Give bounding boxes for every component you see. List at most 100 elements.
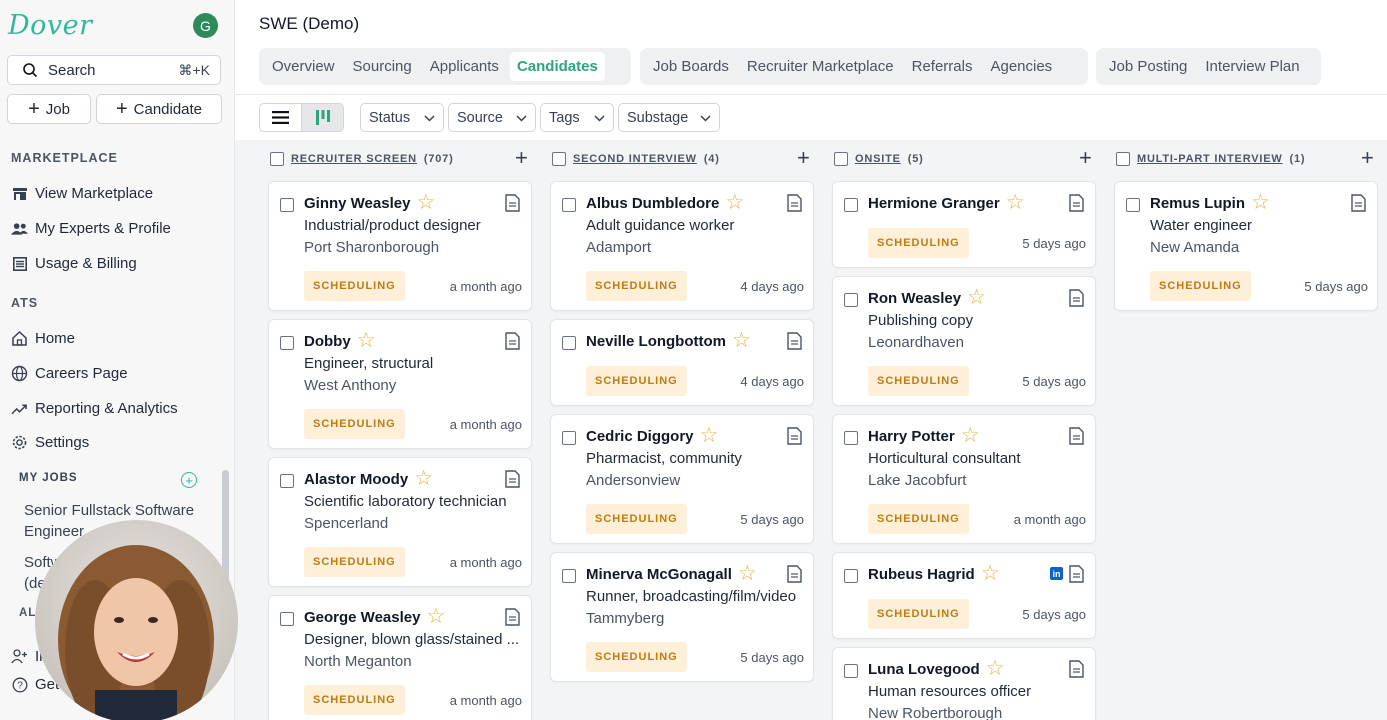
add-card-plus-icon[interactable]: + bbox=[1079, 147, 1092, 169]
nav-careers-page[interactable]: Careers Page bbox=[11, 365, 128, 382]
tab-applicants[interactable]: Applicants bbox=[423, 52, 506, 81]
column-select-checkbox[interactable] bbox=[834, 152, 848, 166]
star-icon[interactable]: ☆ bbox=[1006, 192, 1025, 213]
star-icon[interactable]: ☆ bbox=[738, 563, 757, 584]
tab-sourcing[interactable]: Sourcing bbox=[346, 52, 419, 81]
star-icon[interactable]: ☆ bbox=[414, 468, 433, 489]
candidate-name[interactable]: Harry Potter bbox=[868, 428, 955, 445]
board-view-button[interactable] bbox=[301, 104, 343, 131]
card-checkbox[interactable] bbox=[844, 569, 858, 583]
add-candidate-button[interactable]: + Candidate bbox=[96, 94, 222, 124]
add-job-circle-icon[interactable]: + bbox=[181, 472, 197, 488]
candidate-name[interactable]: Rubeus Hagrid bbox=[868, 566, 975, 583]
column-name[interactable]: MULTI-PART INTERVIEW bbox=[1137, 153, 1283, 165]
tab-candidates[interactable]: Candidates bbox=[509, 52, 605, 81]
candidate-card[interactable]: Rubeus Hagrid ☆ in SCHEDULING 5 days ago bbox=[832, 552, 1096, 639]
user-avatar[interactable]: G bbox=[193, 13, 218, 38]
tab-overview[interactable]: Overview bbox=[265, 52, 342, 81]
candidate-card[interactable]: Albus Dumbledore ☆ Adult guidance worker … bbox=[550, 181, 814, 311]
card-checkbox[interactable] bbox=[280, 612, 294, 626]
presenter-video-bubble[interactable] bbox=[35, 520, 238, 720]
nav-settings[interactable]: Settings bbox=[11, 434, 89, 451]
candidate-card[interactable]: Hermione Granger ☆ SCHEDULING 5 days ago bbox=[832, 181, 1096, 268]
candidate-card[interactable]: Remus Lupin ☆ Water engineer New Amanda S… bbox=[1114, 181, 1378, 311]
document-icon[interactable] bbox=[505, 332, 520, 355]
candidate-name[interactable]: Remus Lupin bbox=[1150, 195, 1245, 212]
candidate-name[interactable]: Albus Dumbledore bbox=[586, 195, 719, 212]
star-icon[interactable]: ☆ bbox=[961, 425, 980, 446]
candidate-name[interactable]: Cedric Diggory bbox=[586, 428, 694, 445]
linkedin-icon[interactable]: in bbox=[1050, 567, 1063, 580]
candidate-card[interactable]: Neville Longbottom ☆ SCHEDULING 4 days ag… bbox=[550, 319, 814, 406]
card-checkbox[interactable] bbox=[562, 198, 576, 212]
star-icon[interactable]: ☆ bbox=[357, 330, 376, 351]
tab-referrals[interactable]: Referrals bbox=[905, 52, 980, 81]
star-icon[interactable]: ☆ bbox=[700, 425, 719, 446]
card-checkbox[interactable] bbox=[844, 431, 858, 445]
dover-logo[interactable]: Dover bbox=[8, 10, 93, 41]
tab-job-posting[interactable]: Job Posting bbox=[1102, 52, 1194, 81]
candidate-name[interactable]: Neville Longbottom bbox=[586, 333, 726, 350]
filter-status[interactable]: Status bbox=[360, 103, 444, 132]
document-icon[interactable] bbox=[1069, 565, 1084, 588]
candidate-name[interactable]: George Weasley bbox=[304, 609, 420, 626]
document-icon[interactable] bbox=[505, 608, 520, 631]
card-checkbox[interactable] bbox=[562, 431, 576, 445]
filter-tags[interactable]: Tags bbox=[540, 103, 614, 132]
star-icon[interactable]: ☆ bbox=[725, 192, 744, 213]
column-name[interactable]: ONSITE bbox=[855, 153, 901, 165]
document-icon[interactable] bbox=[787, 427, 802, 450]
column-select-checkbox[interactable] bbox=[1116, 152, 1130, 166]
card-checkbox[interactable] bbox=[844, 293, 858, 307]
nav-reporting[interactable]: Reporting & Analytics bbox=[11, 400, 178, 417]
add-job-button[interactable]: + Job bbox=[7, 94, 91, 124]
card-checkbox[interactable] bbox=[280, 474, 294, 488]
candidate-card[interactable]: Ginny Weasley ☆ Industrial/product design… bbox=[268, 181, 532, 311]
candidate-card[interactable]: George Weasley ☆ Designer, blown glass/st… bbox=[268, 595, 532, 720]
document-icon[interactable] bbox=[1069, 289, 1084, 312]
filter-source[interactable]: Source bbox=[448, 103, 536, 132]
document-icon[interactable] bbox=[505, 194, 520, 217]
column-name[interactable]: SECOND INTERVIEW bbox=[573, 153, 697, 165]
add-card-plus-icon[interactable]: + bbox=[1361, 147, 1374, 169]
document-icon[interactable] bbox=[1069, 194, 1084, 217]
star-icon[interactable]: ☆ bbox=[732, 330, 751, 351]
tab-agencies[interactable]: Agencies bbox=[983, 52, 1059, 81]
card-checkbox[interactable] bbox=[562, 336, 576, 350]
search-button[interactable]: Search ⌘+K bbox=[7, 55, 221, 85]
column-name[interactable]: RECRUITER SCREEN bbox=[291, 153, 417, 165]
tab-interview-plan[interactable]: Interview Plan bbox=[1198, 52, 1306, 81]
candidate-name[interactable]: Ginny Weasley bbox=[304, 195, 410, 212]
card-checkbox[interactable] bbox=[844, 198, 858, 212]
star-icon[interactable]: ☆ bbox=[426, 606, 445, 627]
document-icon[interactable] bbox=[787, 194, 802, 217]
candidate-card[interactable]: Harry Potter ☆ Horticultural consultant L… bbox=[832, 414, 1096, 544]
document-icon[interactable] bbox=[787, 332, 802, 355]
document-icon[interactable] bbox=[1069, 660, 1084, 683]
card-checkbox[interactable] bbox=[280, 198, 294, 212]
document-icon[interactable] bbox=[505, 470, 520, 493]
filter-substage[interactable]: Substage bbox=[618, 103, 720, 132]
star-icon[interactable]: ☆ bbox=[981, 563, 1000, 584]
candidate-name[interactable]: Luna Lovegood bbox=[868, 661, 980, 678]
column-select-checkbox[interactable] bbox=[270, 152, 284, 166]
document-icon[interactable] bbox=[1351, 194, 1366, 217]
star-icon[interactable]: ☆ bbox=[1251, 192, 1270, 213]
nav-home[interactable]: Home bbox=[11, 330, 75, 347]
candidate-name[interactable]: Dobby bbox=[304, 333, 351, 350]
candidate-name[interactable]: Minerva McGonagall bbox=[586, 566, 732, 583]
add-card-plus-icon[interactable]: + bbox=[797, 147, 810, 169]
candidate-card[interactable]: Luna Lovegood ☆ Human resources officer N… bbox=[832, 647, 1096, 720]
card-checkbox[interactable] bbox=[1126, 198, 1140, 212]
candidate-card[interactable]: Cedric Diggory ☆ Pharmacist, community An… bbox=[550, 414, 814, 544]
nav-usage-billing[interactable]: Usage & Billing bbox=[11, 255, 137, 272]
star-icon[interactable]: ☆ bbox=[986, 658, 1005, 679]
column-select-checkbox[interactable] bbox=[552, 152, 566, 166]
star-icon[interactable]: ☆ bbox=[416, 192, 435, 213]
candidate-card[interactable]: Minerva McGonagall ☆ Runner, broadcasting… bbox=[550, 552, 814, 682]
list-view-button[interactable] bbox=[260, 104, 301, 131]
nav-view-marketplace[interactable]: View Marketplace bbox=[11, 185, 153, 202]
candidate-card[interactable]: Dobby ☆ Engineer, structural West Anthony… bbox=[268, 319, 532, 449]
candidate-name[interactable]: Hermione Granger bbox=[868, 195, 1000, 212]
candidate-name[interactable]: Ron Weasley bbox=[868, 290, 961, 307]
